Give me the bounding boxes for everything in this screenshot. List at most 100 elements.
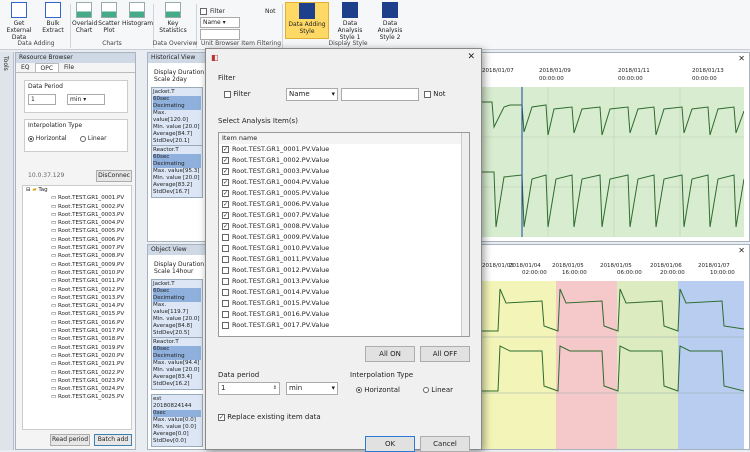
data-analysis-style2-button[interactable]: Data Analysis Style 2 — [372, 2, 408, 41]
filter-checkbox[interactable]: Filter — [224, 90, 251, 98]
tree-item-tag[interactable]: ▭ Root.TEST.GR1_0018.PV — [37, 335, 131, 343]
tree-item-tag[interactable]: ▭ Root.TEST.GR1_0016.PV — [37, 319, 131, 327]
list-item[interactable]: Root.TEST.GR1_0012.PV.Value — [219, 265, 469, 276]
read-period-button[interactable]: Read period — [50, 434, 90, 446]
tree-item-tag[interactable]: ▭ Root.TEST.GR1_0019.PV — [37, 344, 131, 352]
overlaid-chart-button[interactable]: Overlaid Chart — [72, 2, 97, 34]
tree-item-tag[interactable]: ▭ Root.TEST.GR1_0008.PV — [37, 252, 131, 260]
list-item[interactable]: ✓ Root.TEST.GR1_0007.PV.Value — [219, 210, 469, 221]
tree-item-tag[interactable]: ▭ Root.TEST.GR1_0011.PV — [37, 277, 131, 285]
item-checkbox[interactable]: ✓ — [222, 211, 229, 219]
filter-field-select[interactable]: Name ▾ — [286, 88, 338, 101]
item-checkbox[interactable]: ✓ — [222, 167, 229, 175]
item-checkbox[interactable]: ✓ — [222, 178, 229, 186]
list-item[interactable]: Root.TEST.GR1_0011.PV.Value — [219, 254, 469, 265]
tree-item-tag[interactable]: ▭ Root.TEST.GR1_0025.PV — [37, 393, 131, 401]
list-item[interactable]: Root.TEST.GR1_0010.PV.Value — [219, 243, 469, 254]
tree-item-tag[interactable]: ▭ Root.TEST.GR1_0020.PV — [37, 352, 131, 360]
ribbon-filter-field-select[interactable]: Name ▾ — [200, 17, 240, 28]
list-item[interactable]: Root.TEST.GR1_0015.PV.Value — [219, 298, 469, 309]
batch-add-button[interactable]: Batch add — [94, 434, 132, 446]
bulk-extract-button[interactable]: Bulk Extract — [38, 2, 68, 34]
data-analysis-style1-button[interactable]: Data Analysis Style 1 — [332, 2, 368, 41]
tree-item-tag[interactable]: ▭ Root.TEST.GR1_0022.PV — [37, 369, 131, 377]
dialog-interp-horizontal-radio[interactable]: Horizontal — [356, 386, 400, 394]
interp-linear-radio[interactable]: Linear — [80, 135, 107, 142]
dialog-interp-linear-radio[interactable]: Linear — [423, 386, 453, 394]
list-item[interactable]: ✓ Root.TEST.GR1_0005.PV.Value — [219, 188, 469, 199]
key-statistics-button[interactable]: Key Statistics — [158, 2, 188, 34]
item-checkbox[interactable] — [222, 288, 229, 296]
tree-item-tag[interactable]: ▭ Root.TEST.GR1_0009.PV — [37, 261, 131, 269]
item-checkbox[interactable] — [222, 233, 229, 241]
tree-item-tag[interactable]: ▭ Root.TEST.GR1_0006.PV — [37, 236, 131, 244]
item-checkbox[interactable] — [222, 244, 229, 252]
scatter-plot-button[interactable]: Scatter Plot — [98, 2, 120, 34]
dialog-close-button[interactable]: ✕ — [467, 52, 475, 62]
close-icon[interactable]: ✕ — [738, 54, 745, 63]
tree-item-tag[interactable]: ▭ Root.TEST.GR1_0004.PV — [37, 219, 131, 227]
disconnect-button[interactable]: DisConnec — [96, 170, 132, 182]
tree-item-tag[interactable]: ▭ Root.TEST.GR1_0015.PV — [37, 310, 131, 318]
tree-item-tag[interactable]: ▭ Root.TEST.GR1_0003.PV — [37, 211, 131, 219]
all-off-button[interactable]: All OFF — [420, 346, 470, 362]
tree-item-tag[interactable]: ▭ Root.TEST.GR1_0024.PV — [37, 385, 131, 393]
item-checkbox[interactable]: ✓ — [222, 222, 229, 230]
tree-item-tag[interactable]: ▭ Root.TEST.GR1_0005.PV — [37, 227, 131, 235]
dialog-data-period-input[interactable]: 1 ⇕ — [218, 382, 280, 395]
list-item[interactable]: Root.TEST.GR1_0016.PV.Value — [219, 309, 469, 320]
tree-item-tag[interactable]: ▭ Root.TEST.GR1_0010.PV — [37, 269, 131, 277]
histogram-button[interactable]: Histogram — [122, 2, 153, 27]
list-item[interactable]: Root.TEST.GR1_0013.PV.Value — [219, 276, 469, 287]
dialog-period-unit-select[interactable]: min ▾ — [286, 382, 338, 395]
tab-eq[interactable]: EQ — [16, 63, 35, 72]
list-item[interactable]: ✓ Root.TEST.GR1_0006.PV.Value — [219, 199, 469, 210]
interp-horizontal-radio[interactable]: Horizontal — [28, 135, 67, 142]
tab-opc[interactable]: OPC — [34, 63, 60, 72]
item-checkbox[interactable] — [222, 321, 229, 329]
item-checkbox[interactable]: ✓ — [222, 156, 229, 164]
tree-item-tag[interactable]: ▭ Root.TEST.GR1_0007.PV — [37, 244, 131, 252]
data-period-input[interactable]: 1 — [28, 94, 56, 105]
item-checkbox[interactable] — [222, 299, 229, 307]
item-checkbox[interactable] — [222, 255, 229, 263]
item-checkbox[interactable]: ✓ — [222, 200, 229, 208]
get-external-data-button[interactable]: Get External Data — [4, 2, 34, 41]
tree-root-tag[interactable]: ⊟ ▰ Tag — [23, 186, 131, 194]
item-list-scrollbar[interactable] — [461, 133, 469, 336]
close-icon[interactable]: ✕ — [738, 246, 745, 255]
data-adding-style-button[interactable]: Data Adding Style — [285, 2, 329, 39]
list-item[interactable]: ✓ Root.TEST.GR1_0002.PV.Value — [219, 155, 469, 166]
tree-item-tag[interactable]: ▭ Root.TEST.GR1_0023.PV — [37, 377, 131, 385]
tree-item-tag[interactable]: ▭ Root.TEST.GR1_0017.PV — [37, 327, 131, 335]
object-trend-chart[interactable] — [482, 281, 744, 449]
replace-data-checkbox[interactable]: ✓ Replace existing item data — [218, 413, 321, 421]
item-checkbox[interactable] — [222, 310, 229, 318]
ribbon-filter-text-input[interactable] — [200, 29, 240, 40]
item-checkbox[interactable] — [222, 266, 229, 274]
tree-item-tag[interactable]: ▭ Root.TEST.GR1_0002.PV — [37, 203, 131, 211]
filter-text-input[interactable] — [341, 88, 419, 101]
tree-item-tag[interactable]: ▭ Root.TEST.GR1_0013.PV — [37, 294, 131, 302]
all-on-button[interactable]: All ON — [365, 346, 415, 362]
list-item[interactable]: Root.TEST.GR1_0009.PV.Value — [219, 232, 469, 243]
tab-file[interactable]: File — [59, 63, 79, 72]
tree-item-tag[interactable]: ▭ Root.TEST.GR1_0001.PV — [37, 194, 131, 202]
item-checkbox[interactable]: ✓ — [222, 189, 229, 197]
list-item[interactable]: ✓ Root.TEST.GR1_0004.PV.Value — [219, 177, 469, 188]
list-item[interactable]: ✓ Root.TEST.GR1_0001.PV.Value — [219, 144, 469, 155]
data-period-unit-select[interactable]: min ▾ — [67, 94, 105, 105]
list-item[interactable]: Root.TEST.GR1_0017.PV.Value — [219, 320, 469, 331]
not-checkbox[interactable]: Not — [424, 90, 446, 98]
tree-item-tag[interactable]: ▭ Root.TEST.GR1_0012.PV — [37, 286, 131, 294]
item-checkbox[interactable] — [222, 277, 229, 285]
list-item[interactable]: ✓ Root.TEST.GR1_0008.PV.Value — [219, 221, 469, 232]
tree-item-tag[interactable]: ▭ Root.TEST.GR1_0014.PV — [37, 302, 131, 310]
tree-item-tag[interactable]: ▭ Root.TEST.GR1_0021.PV — [37, 360, 131, 368]
list-item[interactable]: ✓ Root.TEST.GR1_0003.PV.Value — [219, 166, 469, 177]
ribbon-filter-checkbox[interactable] — [200, 8, 207, 15]
item-checkbox[interactable]: ✓ — [222, 145, 229, 153]
list-item[interactable]: Root.TEST.GR1_0014.PV.Value — [219, 287, 469, 298]
tools-side-tab[interactable]: Tools — [2, 56, 9, 71]
historical-trend-chart[interactable] — [482, 87, 744, 237]
